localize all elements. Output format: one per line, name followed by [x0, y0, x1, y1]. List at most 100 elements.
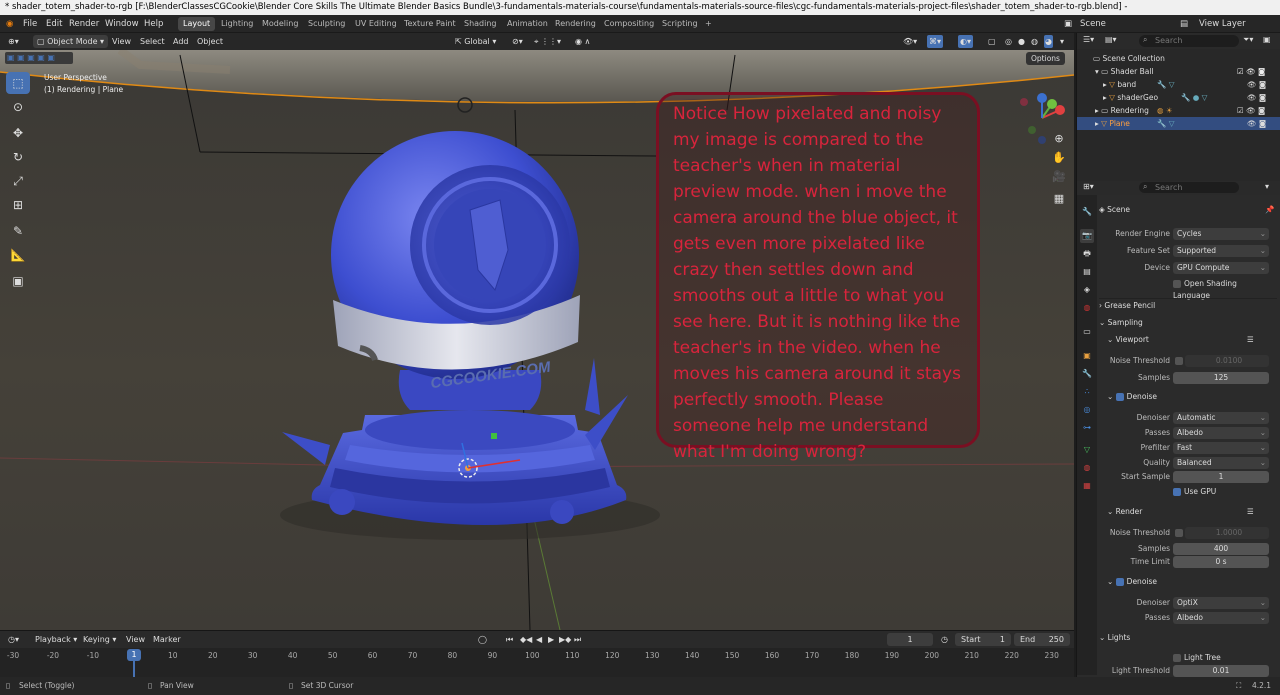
overlay-toggle-icon[interactable]: ◐▾	[958, 35, 973, 48]
r-denoise-subpanel[interactable]: ⌄ Denoise	[1107, 575, 1280, 589]
tool-tab-icon[interactable]: 🔧	[1080, 205, 1094, 219]
tab-scripting[interactable]: Scripting	[657, 17, 703, 31]
playhead[interactable]: 1	[127, 649, 141, 661]
object-visibility-icons[interactable]: 👁 ◙	[1247, 78, 1266, 91]
scene-icon[interactable]: ▣	[1064, 15, 1072, 33]
properties-search[interactable]: Search	[1139, 182, 1239, 193]
modifiers-tab-icon[interactable]: 🔧	[1080, 367, 1094, 381]
tab-animation[interactable]: Animation	[502, 17, 553, 31]
solid-shading-icon[interactable]: ●	[1018, 35, 1025, 48]
cursor-icon[interactable]: ⊙	[6, 96, 30, 118]
output-tab-icon[interactable]: 🖶	[1080, 247, 1094, 261]
tab-shading[interactable]: Shading	[459, 17, 502, 31]
mode-selector[interactable]: ▢ Object Mode ▾	[33, 35, 109, 48]
vp-prefilter-dropdown[interactable]: Fast ⌄	[1173, 442, 1269, 454]
vp-noise-checkbox[interactable]	[1175, 357, 1183, 365]
world-tab-icon[interactable]: ◍	[1080, 301, 1094, 315]
texture-tab-icon[interactable]: ▦	[1080, 479, 1094, 493]
scale-icon[interactable]: ⤢	[6, 170, 30, 192]
menu-select[interactable]: Select	[140, 35, 165, 48]
collection-tab-icon[interactable]: ▭	[1080, 325, 1094, 339]
tab-layout[interactable]: Layout	[178, 17, 216, 31]
measure-icon[interactable]: 📐	[6, 244, 30, 266]
menu-render[interactable]: Render	[69, 15, 99, 33]
snap-icon[interactable]: ⌖ ⋮⋮▾	[534, 35, 561, 48]
vp-denoiser-dropdown[interactable]: Automatic ⌄	[1173, 412, 1269, 424]
r-noise-checkbox[interactable]	[1175, 529, 1183, 537]
object-visibility-icons[interactable]: 👁 ◙	[1247, 91, 1266, 104]
pivot-icon[interactable]: ⊘▾	[512, 35, 523, 48]
menu-file[interactable]: File	[23, 15, 37, 33]
zoom-icon[interactable]: ⊕	[1050, 130, 1068, 148]
render-subpanel[interactable]: ⌄ Render ☰	[1107, 505, 1280, 519]
pan-hand-icon[interactable]: ✋	[1050, 149, 1068, 167]
camera-view-icon[interactable]: 🎥	[1050, 168, 1068, 186]
outliner-item-shader-ball[interactable]: ▾ ▭ Shader Ball ☑ 👁 ◙	[1077, 65, 1280, 78]
outliner-search[interactable]: Search	[1139, 35, 1239, 47]
timeline-ruler[interactable]: -30-20-100102030405060708090100110120130…	[0, 631, 1074, 678]
particles-tab-icon[interactable]: ∴	[1080, 385, 1094, 399]
osl-row[interactable]: Open Shading Language	[1099, 278, 1275, 300]
r-time-limit-field[interactable]: 0 s	[1173, 556, 1269, 568]
selection-mode-buttons[interactable]: ▣ ▣ ▣ ▣ ▣	[5, 52, 73, 64]
new-collection-icon[interactable]: ▣	[1263, 35, 1271, 44]
add-workspace-button[interactable]: +	[700, 17, 717, 31]
menu-window[interactable]: Window	[105, 15, 139, 33]
pin-icon[interactable]: 📌	[1265, 203, 1274, 217]
visibility-icon[interactable]: 👁▾	[903, 35, 917, 48]
tab-texture-paint[interactable]: Texture Paint	[399, 17, 461, 31]
gizmo-toggle-icon[interactable]: ⌘▾	[927, 35, 944, 48]
object-tab-icon[interactable]: ▣	[1080, 349, 1094, 363]
tab-sculpting[interactable]: Sculpting	[303, 17, 350, 31]
r-passes-dropdown[interactable]: Albedo ⌄	[1173, 612, 1269, 624]
light-threshold-field[interactable]: 0.01	[1173, 665, 1269, 677]
rendered-shading-icon[interactable]: ◕	[1044, 35, 1053, 48]
scene-tab-icon[interactable]: ◈	[1080, 283, 1094, 297]
render-engine-dropdown[interactable]: Cycles ⌄	[1173, 228, 1269, 240]
transform-icon[interactable]: ⊞	[6, 194, 30, 216]
use-gpu-checkbox[interactable]: Use GPU	[1173, 486, 1216, 498]
list-icon[interactable]: ☰	[1247, 333, 1254, 347]
options-chevron-icon[interactable]: ▾	[1265, 182, 1269, 191]
checkbox-icon[interactable]	[1115, 578, 1124, 586]
list-icon[interactable]: ☰	[1247, 505, 1254, 519]
add-cube-icon[interactable]: ▣	[6, 270, 30, 292]
tab-rendering[interactable]: Rendering	[550, 17, 601, 31]
wireframe-shading-icon[interactable]: ◎	[1005, 35, 1012, 48]
physics-tab-icon[interactable]: ◎	[1080, 403, 1094, 417]
menu-view[interactable]: View	[112, 35, 131, 48]
view-layer-selector[interactable]: View Layer	[1199, 15, 1246, 33]
data-tab-icon[interactable]: ▽	[1080, 443, 1094, 457]
vp-start-sample-field[interactable]: 1	[1173, 471, 1269, 483]
lights-panel[interactable]: ⌄ Lights	[1099, 631, 1277, 645]
filter-icon[interactable]: ⏷▾	[1243, 35, 1253, 45]
display-mode-icon[interactable]: ▤▾	[1105, 35, 1117, 44]
vp-noise-field[interactable]: 0.0100	[1185, 355, 1269, 367]
outliner-item-rendering[interactable]: ▸ ▭ Rendering ◍ ☀ ☑ 👁 ◙	[1077, 104, 1280, 117]
options-dropdown[interactable]: Options	[1026, 52, 1065, 65]
light-tree-checkbox[interactable]: Light Tree	[1173, 652, 1221, 664]
menu-add[interactable]: Add	[173, 35, 189, 48]
outliner-item-shadergeo[interactable]: ▸ ▽ shaderGeo 🔧 ● ▽ 👁 ◙	[1077, 91, 1280, 104]
r-noise-field[interactable]: 1.0000	[1185, 527, 1269, 539]
collection-visibility-icons[interactable]: ☑ 👁 ◙	[1237, 65, 1265, 78]
sampling-panel[interactable]: ⌄ Sampling	[1099, 316, 1277, 330]
object-visibility-icons[interactable]: 👁 ◙	[1247, 117, 1266, 130]
scene-selector[interactable]: Scene	[1080, 15, 1106, 33]
r-denoiser-dropdown[interactable]: OptiX ⌄	[1173, 597, 1269, 609]
vp-quality-dropdown[interactable]: Balanced ⌄	[1173, 457, 1269, 469]
transform-orientation[interactable]: ⇱ Global ▾	[455, 35, 496, 48]
outliner-editor-icon[interactable]: ☰▾	[1083, 35, 1094, 44]
menu-edit[interactable]: Edit	[46, 15, 62, 33]
menu-help[interactable]: Help	[144, 15, 163, 33]
vp-denoise-subpanel[interactable]: ⌄ Denoise	[1107, 390, 1280, 404]
constraints-tab-icon[interactable]: ⊶	[1080, 421, 1094, 435]
blender-logo-icon[interactable]: ◉	[6, 15, 13, 33]
checkbox-icon[interactable]	[1115, 393, 1124, 401]
annotate-icon[interactable]: ✎	[6, 220, 30, 242]
grease-pencil-panel[interactable]: › Grease Pencil	[1099, 298, 1277, 312]
proportional-edit-icon[interactable]: ◉ ∧	[575, 35, 590, 48]
menu-object[interactable]: Object	[197, 35, 223, 48]
shading-options-icon[interactable]: ▾	[1060, 35, 1064, 48]
material-tab-icon[interactable]: ◍	[1080, 461, 1094, 475]
